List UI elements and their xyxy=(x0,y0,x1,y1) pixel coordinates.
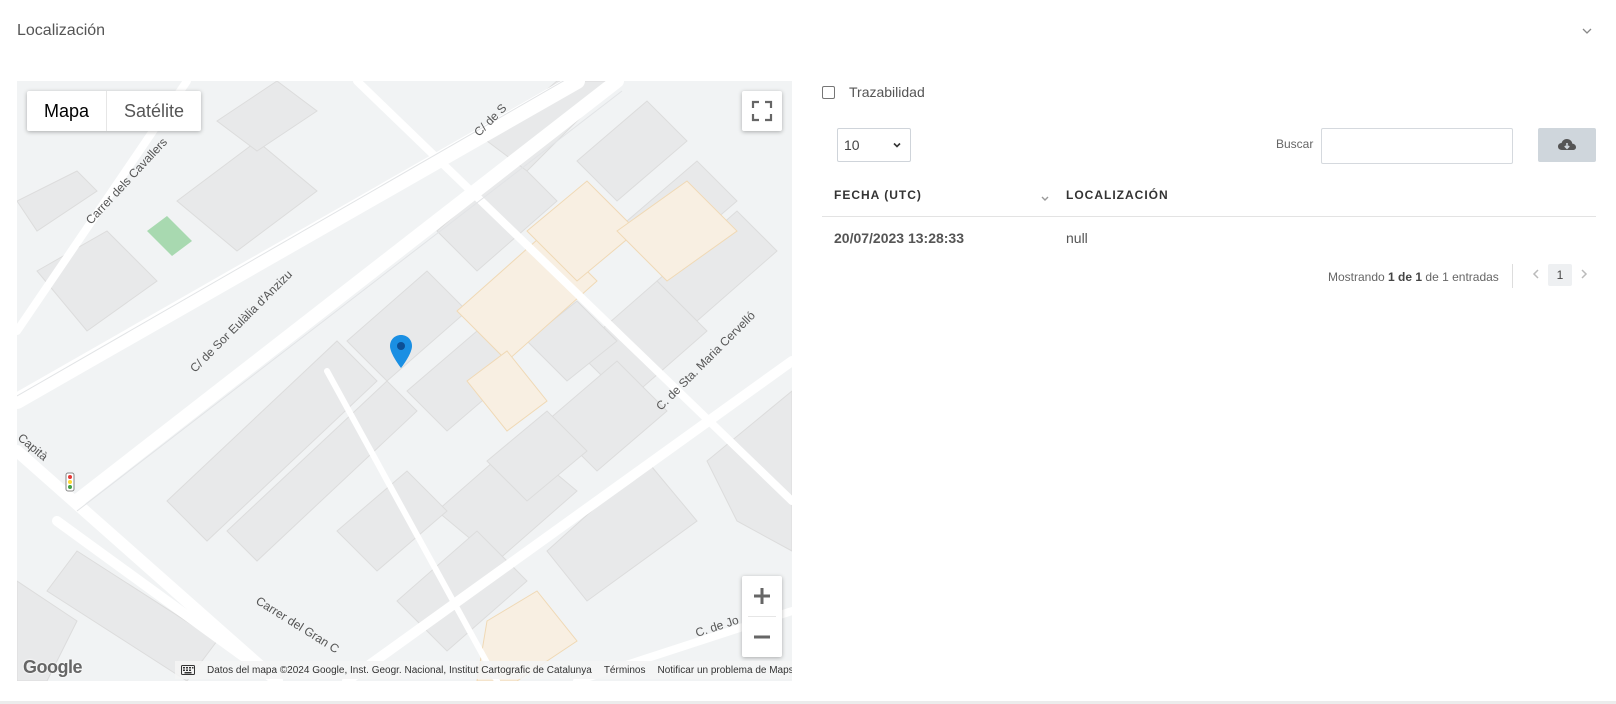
map[interactable]: Carrer dels Cavallers C/ de Sor Eulàlia … xyxy=(17,81,792,681)
page-length-select[interactable]: 10 xyxy=(837,128,911,162)
chevron-down-icon xyxy=(893,142,901,148)
map-report-link[interactable]: Notificar un problema de Maps xyxy=(658,665,793,676)
map-canvas[interactable]: Carrer dels Cavallers C/ de Sor Eulàlia … xyxy=(17,81,792,681)
fullscreen-icon xyxy=(751,100,773,122)
cloud-download-icon xyxy=(1558,139,1576,150)
table-info: Mostrando 1 de 1 de 1 entradas xyxy=(1328,270,1499,284)
page-length-value: 10 xyxy=(844,137,860,153)
search-input[interactable] xyxy=(1321,128,1513,164)
trace-label: Trazabilidad xyxy=(849,84,925,100)
map-type-map-button[interactable]: Mapa xyxy=(27,91,106,131)
traffic-light-icon xyxy=(65,472,75,492)
row-location: null xyxy=(1066,230,1088,246)
plus-icon xyxy=(754,588,770,604)
info-from: 1 xyxy=(1388,270,1395,284)
pagination-page[interactable]: 1 xyxy=(1548,264,1572,286)
trace-checkbox[interactable] xyxy=(822,85,835,99)
info-prefix: Mostrando xyxy=(1328,270,1389,284)
map-data-credit: Datos del mapa ©2024 Google, Inst. Geogr… xyxy=(207,664,592,676)
minus-icon xyxy=(754,635,770,639)
chevron-down-icon[interactable] xyxy=(1580,24,1594,38)
map-type-satellite-button[interactable]: Satélite xyxy=(106,91,201,131)
chevron-left-icon[interactable] xyxy=(1529,267,1543,281)
column-header-location[interactable]: LOCALIZACIÓN xyxy=(1066,188,1169,202)
map-attribution: Datos del mapa ©2024 Google, Inst. Geogr… xyxy=(175,661,792,679)
trace-toggle[interactable]: Trazabilidad xyxy=(822,84,925,100)
column-header-date[interactable]: FECHA (UTC) xyxy=(834,188,922,202)
keyboard-icon[interactable] xyxy=(181,665,195,675)
chevron-right-icon[interactable] xyxy=(1577,267,1591,281)
sort-icon[interactable] xyxy=(1039,192,1051,204)
google-logo[interactable]: Google xyxy=(23,657,83,678)
fullscreen-button[interactable] xyxy=(742,91,782,131)
info-suffix: de 1 entradas xyxy=(1422,270,1499,284)
map-type-control[interactable]: Mapa Satélite xyxy=(27,91,202,131)
info-de: de xyxy=(1394,270,1416,284)
row-date: 20/07/2023 13:28:33 xyxy=(834,230,964,246)
map-terms-link[interactable]: Términos xyxy=(604,665,646,676)
zoom-in-button[interactable] xyxy=(742,576,782,616)
search-label: Buscar xyxy=(1276,137,1314,151)
download-button[interactable] xyxy=(1538,128,1596,162)
panel-title: Localización xyxy=(17,22,106,39)
zoom-out-button[interactable] xyxy=(742,617,782,657)
zoom-control[interactable] xyxy=(742,576,782,657)
panel-header[interactable]: Localización xyxy=(0,0,1616,62)
